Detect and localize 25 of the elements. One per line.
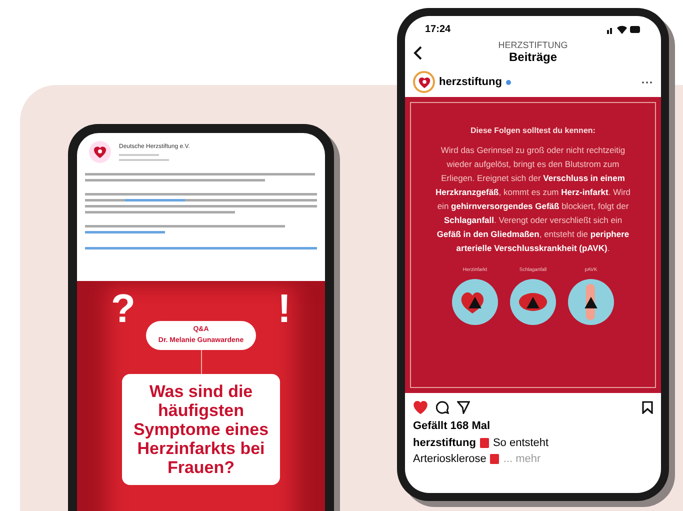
bookmark-icon[interactable]	[642, 401, 653, 414]
likes-count: Gefällt 168 Mal	[412, 419, 492, 434]
caption-text: Arteriosklerose	[413, 452, 486, 467]
send-icon[interactable]	[457, 401, 470, 414]
status-time: 17:24	[425, 23, 451, 37]
caption-text: So entsteht	[492, 436, 549, 450]
more-icon[interactable]	[641, 80, 653, 84]
exclamation-mark: !	[278, 289, 291, 329]
heart-logo-icon	[416, 74, 432, 90]
image-heading: Diese Folgen solltest du kennen:	[470, 125, 596, 137]
image-body-text: Wird das Gerinnsel zu groß oder nicht rechtzeitig wieder aufgelöst, bringt es den Blutstrom zum Erliegen. Ereignet sich der Verschluss in einem Herzkranzgefäß, kommt es zum Herz-infarkt. Wird ein gehirnversorgendes Gefäß blockiert, folgt der Schlaganfall. Verengt oder verschließt sich ein Gefäß in den Gliedmaßen, entsteht die periphere arterielle Verschlusskrankheit (pAVK).	[434, 144, 632, 255]
account-label: HERZSTIFTUNG	[498, 41, 568, 50]
status-icons-drawing	[607, 25, 641, 34]
question-text: Was sind die häufigsten Symptome eines Herzinfarkts bei Frauen?	[132, 382, 270, 477]
heart-warning-icon	[452, 278, 498, 324]
username[interactable]: herzstiftung	[439, 74, 502, 90]
comment-icon[interactable]	[436, 401, 449, 414]
brain-warning-icon	[510, 278, 556, 324]
leg-warning-icon	[568, 278, 614, 324]
blurred-meta-drawing	[119, 154, 169, 162]
caption-username[interactable]: herzstiftung	[413, 434, 476, 451]
question-mark: ?	[111, 289, 136, 329]
page-title: Beiträge	[508, 50, 558, 65]
heart-icon[interactable]	[413, 401, 428, 414]
back-icon[interactable]	[413, 46, 423, 60]
